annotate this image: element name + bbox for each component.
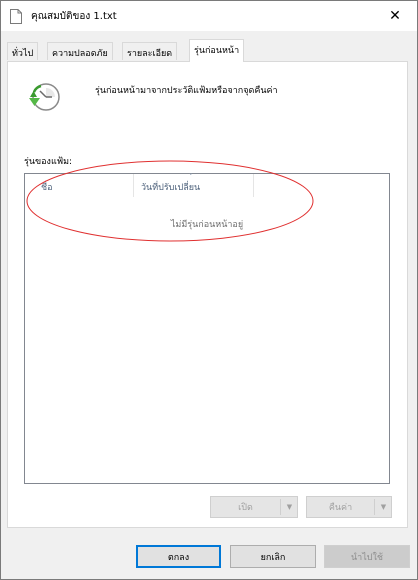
close-button[interactable]: ✕: [373, 1, 417, 31]
column-separator[interactable]: [253, 174, 254, 197]
restore-dropdown-arrow[interactable]: ▼: [375, 497, 392, 517]
column-header-name[interactable]: ชื่อ: [25, 174, 133, 197]
tab-security[interactable]: ความปลอดภัย: [47, 42, 113, 60]
window-title: คุณสมบัติของ 1.txt: [31, 11, 117, 22]
apply-button[interactable]: นำไปใช้: [324, 545, 410, 568]
previous-versions-description: รุ่นก่อนหน้ามาจากประวัติแฟ้มหรือจากจุดคื…: [95, 86, 278, 96]
tab-details[interactable]: รายละเอียด: [122, 42, 178, 60]
cancel-button[interactable]: ยกเลิก: [230, 545, 316, 568]
ok-button[interactable]: ตกลง: [136, 545, 221, 568]
file-versions-label: รุ่นของแฟ้ม:: [24, 157, 73, 167]
close-icon: ✕: [389, 8, 401, 24]
chevron-down-icon: ▼: [286, 503, 293, 511]
restore-split-button: คืนค่า ▼: [306, 496, 392, 518]
clock-restore-icon: [29, 83, 60, 111]
open-button[interactable]: เปิด: [211, 497, 280, 517]
tab-general[interactable]: ทั่วไป: [7, 42, 39, 60]
properties-dialog: คุณสมบัติของ 1.txt ✕ ทั่วไป ความปลอดภัย …: [0, 0, 418, 580]
tab-previous-versions[interactable]: รุ่นก่อนหน้า: [189, 39, 245, 62]
title-bar[interactable]: คุณสมบัติของ 1.txt ✕: [1, 1, 417, 31]
restore-button[interactable]: คืนค่า: [307, 497, 374, 517]
sort-indicator-icon: ˅: [189, 173, 193, 181]
chevron-down-icon: ▼: [380, 503, 387, 511]
versions-list[interactable]: ชื่อ วันที่ปรับเปลี่ยน ˅ ไม่มีรุ่นก่อนหน…: [24, 173, 390, 484]
empty-list-message: ไม่มีรุ่นก่อนหน้าอยู่: [170, 220, 244, 230]
open-split-button: เปิด ▼: [210, 496, 298, 518]
open-dropdown-arrow[interactable]: ▼: [281, 497, 298, 517]
document-icon: [10, 9, 22, 24]
column-header-date-modified[interactable]: วันที่ปรับเปลี่ยน: [133, 174, 253, 197]
previous-versions-panel: รุ่นก่อนหน้ามาจากประวัติแฟ้มหรือจากจุดคื…: [7, 61, 408, 528]
